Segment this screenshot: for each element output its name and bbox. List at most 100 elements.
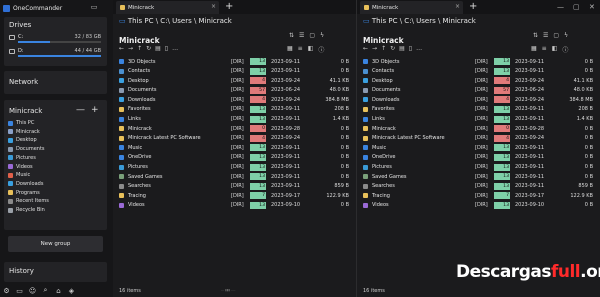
monitor-icon[interactable]: ▭ (15, 287, 24, 295)
close-window-icon[interactable]: ✕ (589, 3, 595, 11)
add-tab-button[interactable]: + (225, 1, 233, 13)
info-icon[interactable]: ⓘ (318, 45, 324, 54)
file-row[interactable]: Saved Games [DIR] 13 2023-09-11 0 B (119, 172, 349, 182)
file-row[interactable]: Pictures [DIR] 13 2023-09-11 0 B (363, 163, 593, 173)
network-panel[interactable]: Network (4, 71, 107, 94)
file-row[interactable]: OneDrive [DIR] 13 2023-09-11 0 B (363, 153, 593, 163)
file-row[interactable]: 3D Objects [DIR] 13 2023-09-11 0 B (363, 57, 593, 67)
tab-minicrack[interactable]: Minicrack × (116, 1, 219, 14)
file-row[interactable]: OneDrive [DIR] 13 2023-09-11 0 B (119, 153, 349, 163)
file-row[interactable]: Minicrack Latest PC Software [DIR] 4 2023-0… (363, 134, 593, 144)
preview-icon[interactable]: ◧ (552, 45, 558, 54)
file-row[interactable]: Downloads [DIR] 4 2023-09-24 384.8 MB (363, 95, 593, 105)
sidebar-item-minicrack[interactable]: Minicrack (8, 128, 40, 136)
open-folder-icon[interactable]: ▢ (553, 32, 559, 39)
file-row[interactable]: Music [DIR] 13 2023-09-11 0 B (363, 143, 593, 153)
file-row[interactable]: Minicrack Latest PC Software [DIR] 4 2023-0… (119, 134, 349, 144)
file-row[interactable]: Saved Games [DIR] 13 2023-09-11 0 B (363, 172, 593, 182)
file-row[interactable]: Contacts [DIR] 13 2023-09-11 0 B (119, 67, 349, 77)
shield-icon[interactable]: ◈ (67, 287, 76, 295)
new-folder-icon[interactable]: ▤ (399, 45, 405, 52)
file-row[interactable]: Documents [DIR] 57 2023-06-24 48.0 KB (119, 86, 349, 96)
sidebar-item-downloads[interactable]: Downloads (8, 180, 43, 188)
file-row[interactable]: Desktop [DIR] 4 2023-09-24 41.1 KB (363, 76, 593, 86)
sidebar-item-this-pc[interactable]: This PC (8, 119, 34, 127)
back-icon[interactable]: ← (363, 45, 368, 52)
drive-c[interactable]: C: 32 / 83 GB (9, 34, 103, 45)
minus-icon[interactable]: — (76, 106, 85, 115)
file-row[interactable]: Searches [DIR] 13 2023-09-11 859 B (363, 182, 593, 192)
file-row[interactable]: Links [DIR] 13 2023-09-11 1.4 KB (119, 115, 349, 125)
window-toggle-icon[interactable]: ▭ (89, 3, 99, 11)
sort-icon[interactable]: ⇅ (289, 32, 294, 39)
file-row[interactable]: Searches [DIR] 13 2023-09-11 859 B (119, 182, 349, 192)
close-tab-icon[interactable]: × (455, 3, 460, 10)
new-folder-icon[interactable]: ▤ (155, 45, 161, 52)
history-panel[interactable]: History (4, 262, 107, 282)
sidebar-item-recent-items[interactable]: Recent Items (8, 197, 49, 205)
file-row[interactable]: Minicrack [DIR] 0 2023-09-28 0 B (363, 124, 593, 134)
open-folder-icon[interactable]: ▢ (309, 32, 315, 39)
refresh-icon[interactable]: ↻ (146, 45, 151, 52)
new-file-icon[interactable]: ▯ (409, 45, 412, 52)
refresh-icon[interactable]: ↻ (390, 45, 395, 52)
forward-icon[interactable]: → (372, 45, 377, 52)
file-row[interactable]: Contacts [DIR] 13 2023-09-11 0 B (363, 67, 593, 77)
sidebar-item-music[interactable]: Music (8, 171, 30, 179)
drive-d[interactable]: D: 44 / 44 GB (9, 48, 103, 59)
up-icon[interactable]: ↑ (137, 45, 142, 52)
sort-icon[interactable]: ⇅ (533, 32, 538, 39)
file-row[interactable]: Downloads [DIR] 4 2023-09-24 384.8 MB (119, 95, 349, 105)
file-row[interactable]: Desktop [DIR] 4 2023-09-24 41.1 KB (119, 76, 349, 86)
maximize-icon[interactable]: ▢ (573, 3, 580, 11)
sidebar-item-programs[interactable]: Programs (8, 189, 40, 197)
list-view-icon[interactable]: ≡ (298, 45, 303, 54)
file-row[interactable]: Videos [DIR] 13 2023-09-10 0 B (119, 201, 349, 211)
grid-view-icon[interactable]: ▦ (287, 45, 293, 54)
preview-icon[interactable]: ◧ (308, 45, 314, 54)
sidebar-item-pictures[interactable]: Pictures (8, 154, 36, 162)
file-row[interactable]: Pictures [DIR] 13 2023-09-11 0 B (119, 163, 349, 173)
forward-icon[interactable]: → (128, 45, 133, 52)
sidebar-item-recycle-bin[interactable]: Recycle Bin (8, 206, 45, 214)
file-row[interactable]: Tracing [DIR] 7 2023-09-17 122.9 KB (119, 191, 349, 201)
file-row[interactable]: Music [DIR] 13 2023-09-11 0 B (119, 143, 349, 153)
settings-gear-icon[interactable]: ⚙ (2, 287, 11, 295)
search-icon[interactable]: ⌕ (41, 286, 50, 295)
breadcrumb[interactable]: ▭ This PC \ C:\ Users \ Minicrack (363, 17, 476, 25)
grid-view-icon[interactable]: ▦ (531, 45, 537, 54)
file-row[interactable]: Links [DIR] 13 2023-09-11 1.4 KB (363, 115, 593, 125)
back-icon[interactable]: ← (119, 45, 124, 52)
more-icon[interactable]: … (416, 45, 422, 52)
person-icon[interactable]: ☺ (28, 287, 37, 295)
file-row[interactable]: 3D Objects [DIR] 13 2023-09-11 0 B (119, 57, 349, 67)
lightning-icon[interactable]: ϟ (564, 32, 568, 39)
new-file-icon[interactable]: ▯ (165, 45, 168, 52)
file-row[interactable]: Videos [DIR] 13 2023-09-10 0 B (363, 201, 593, 211)
file-row[interactable]: Minicrack [DIR] 0 2023-09-28 0 B (119, 124, 349, 134)
file-row[interactable]: Documents [DIR] 57 2023-06-24 48.0 KB (363, 86, 593, 96)
details-view-icon[interactable]: ☰ (543, 32, 548, 39)
tab-minicrack[interactable]: Minicrack × (360, 1, 463, 14)
lightning-icon[interactable]: ϟ (320, 32, 324, 39)
sidebar-item-videos[interactable]: Videos (8, 163, 33, 171)
close-tab-icon[interactable]: × (211, 3, 216, 10)
breadcrumb[interactable]: ▭ This PC \ C:\ Users \ Minicrack (119, 17, 232, 25)
file-row[interactable]: Favorites [DIR] 13 2023-09-11 208 B (363, 105, 593, 115)
file-row[interactable]: Favorites [DIR] 13 2023-09-11 208 B (119, 105, 349, 115)
more-icon[interactable]: … (172, 45, 178, 52)
sidebar-item-desktop[interactable]: Desktop (8, 136, 37, 144)
file-row[interactable]: Tracing [DIR] 7 2023-09-17 122.9 KB (363, 191, 593, 201)
file-size: 0 B (340, 135, 349, 142)
up-icon[interactable]: ↑ (381, 45, 386, 52)
info-icon[interactable]: ⓘ (562, 45, 568, 54)
file-name: Tracing (128, 192, 146, 199)
add-tab-button[interactable]: + (469, 1, 477, 13)
minimize-icon[interactable]: — (557, 3, 564, 11)
new-group-button[interactable]: New group (8, 236, 103, 252)
list-view-icon[interactable]: ≡ (542, 45, 547, 54)
home-icon[interactable]: ⌂ (54, 287, 63, 295)
details-view-icon[interactable]: ☰ (299, 32, 304, 39)
sidebar-item-documents[interactable]: Documents (8, 145, 45, 153)
add-favorite-icon[interactable]: + (91, 106, 99, 115)
